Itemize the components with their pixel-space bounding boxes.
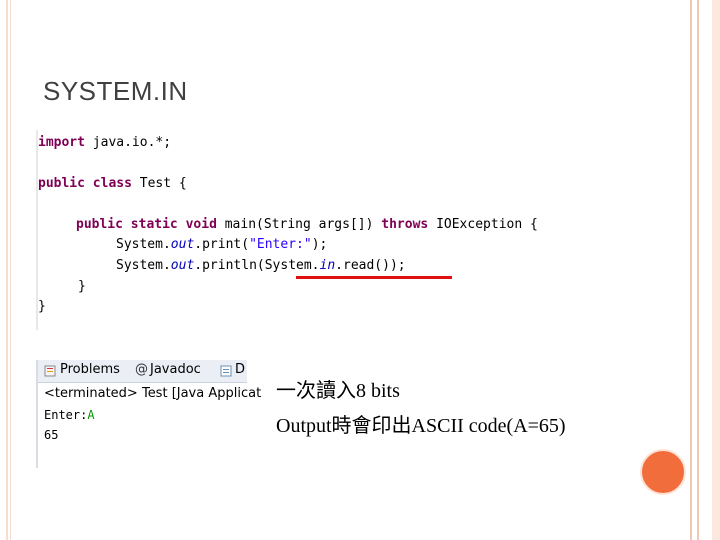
code-text: System. (116, 258, 171, 273)
field-out: out (170, 258, 195, 273)
decorative-circle (640, 449, 686, 495)
string-literal: "Enter:" (249, 237, 312, 252)
code-text: System. (116, 237, 171, 252)
code-editor-panel: import java.io.*; public class Test { pu… (36, 130, 656, 330)
code-text: main(String args[]) (216, 217, 382, 232)
code-line-class: public class Test { (38, 176, 187, 191)
keyword-static: static (130, 217, 178, 232)
note-line-2: Output時會印出ASCII code(A=65) (276, 415, 566, 437)
code-line-main: public static void main(String args[]) t… (76, 217, 538, 232)
keyword-throws: throws (381, 217, 429, 232)
code-text: .read()); (335, 258, 406, 273)
left-border-line-thin (10, 0, 11, 540)
code-text: IOException { (428, 217, 538, 232)
console-result: 65 (44, 428, 59, 442)
slide-title: SYSTEM.IN (43, 76, 188, 106)
code-text: Test { (131, 176, 187, 191)
keyword-public: public (76, 217, 123, 232)
keyword-class: class (92, 176, 132, 191)
code-text: java.io.*; (84, 135, 172, 150)
code-text: ); (311, 237, 328, 252)
problems-icon (44, 364, 56, 377)
console-panel: Problems @ Javadoc D <terminated> Test [… (36, 360, 261, 468)
console-prompt-line: Enter:A (44, 408, 95, 422)
code-text: .println(System. (194, 258, 320, 273)
code-line-println: System.out.println(System.in.read()); (116, 258, 406, 273)
field-in: in (319, 258, 336, 273)
code-line-close-class: } (38, 299, 46, 314)
javadoc-icon: @ (135, 362, 148, 377)
right-border-line-inner (697, 0, 699, 540)
right-border-line (690, 0, 692, 540)
right-border-band (712, 0, 720, 540)
note-line-1: 一次讀入8 bits (276, 380, 400, 402)
console-status: <terminated> Test [Java Applicat (44, 386, 262, 401)
declaration-icon (220, 364, 232, 377)
left-border-line (6, 0, 8, 540)
console-tab-bar: Problems @ Javadoc D (36, 360, 247, 383)
code-text: .print( (194, 237, 250, 252)
console-output: <terminated> Test [Java Applicat Enter:A… (36, 382, 261, 468)
keyword-void: void (185, 217, 217, 232)
tab-declaration[interactable]: D (235, 362, 245, 377)
tab-javadoc[interactable]: Javadoc (150, 362, 201, 377)
console-prompt: Enter: (44, 408, 88, 422)
code-line-import: import java.io.*; (38, 135, 171, 150)
field-out: out (170, 237, 195, 252)
highlight-underline (296, 276, 452, 279)
code-line-close-method: } (78, 279, 86, 294)
code-line-print: System.out.print("Enter:"); (116, 237, 327, 252)
keyword-import: import (38, 135, 85, 150)
console-user-input: A (87, 408, 95, 422)
tab-problems[interactable]: Problems (60, 362, 120, 377)
keyword-public: public (38, 176, 85, 191)
